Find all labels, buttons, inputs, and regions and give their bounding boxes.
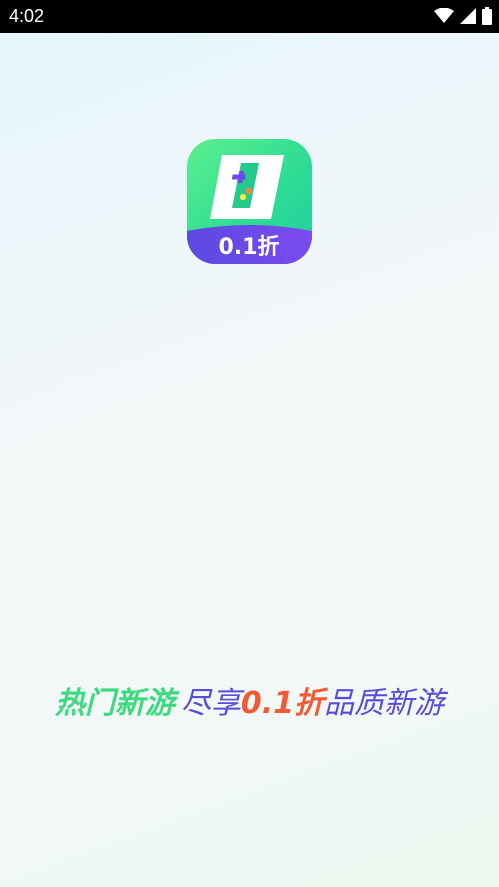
status-icons xyxy=(434,6,492,26)
app-logo-icon: 0.1折 xyxy=(187,139,312,264)
wifi-icon xyxy=(434,8,454,23)
status-time: 4:02 xyxy=(9,6,45,26)
app-badge-text: 0.1折 xyxy=(219,235,280,260)
signal-icon xyxy=(460,8,476,24)
slogan-hot-new-games: 热门新游 xyxy=(54,686,175,721)
status-bar: 4:02 xyxy=(0,0,499,33)
slogan-quality-games: 品质新游 xyxy=(324,686,445,721)
slogan-enjoy: 尽享 xyxy=(180,686,241,721)
slogan-discount: 0.1折 xyxy=(240,686,325,721)
battery-icon xyxy=(482,7,492,25)
slogan: 热门新游 尽享0.1折品质新游 xyxy=(0,680,499,728)
